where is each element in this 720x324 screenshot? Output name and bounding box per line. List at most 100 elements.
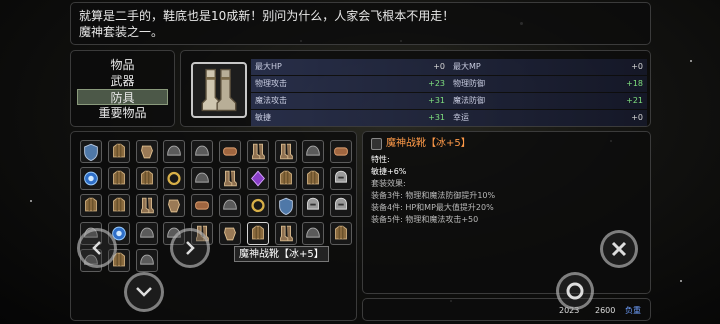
chevron-left-icon [92, 241, 101, 255]
stat-value: +0 [631, 113, 643, 122]
inventory-slot[interactable] [246, 167, 269, 191]
gauntlet-icon [168, 199, 181, 213]
inventory-slot[interactable] [163, 167, 186, 191]
dpad-left-button[interactable] [77, 228, 117, 268]
item-detail-panel: 魔神战靴【冰+5】 特性: 敏捷+6% 套装效果: 装备3件: 物理和魔法防御提… [362, 131, 651, 294]
weight-value: 2600 [595, 306, 616, 315]
stat-value: +18 [626, 79, 643, 88]
tab-key-items[interactable]: 重要物品 [77, 105, 168, 121]
hat-icon [306, 145, 321, 156]
boots-icon [224, 170, 237, 187]
traits-label: 特性: [371, 155, 390, 164]
hat-icon [167, 145, 182, 156]
stat-value: +21 [626, 96, 643, 105]
status-bar: 2023 2600 负重 [362, 298, 651, 321]
shield-icon [84, 143, 98, 162]
inventory-slot[interactable] [274, 221, 297, 245]
inventory-slot[interactable] [302, 194, 325, 218]
inventory-slot[interactable] [191, 140, 214, 163]
inventory-slot[interactable] [191, 194, 214, 218]
inventory-slot[interactable] [219, 167, 241, 191]
chevron-down-icon [136, 287, 152, 297]
inventory-slot[interactable] [135, 140, 158, 163]
inventory-slot[interactable] [163, 140, 186, 163]
gem-icon [250, 170, 265, 187]
inventory-slot[interactable] [219, 194, 241, 218]
weight-label: 负重 [625, 306, 641, 315]
inventory-slot[interactable] [135, 194, 158, 218]
armor-icon [112, 198, 125, 212]
set-effect-line: 装备5件: 物理和魔法攻击+50 [371, 215, 479, 224]
tab-armor[interactable]: 防具 [77, 89, 168, 105]
confirm-button[interactable] [556, 272, 594, 310]
stat-grid: 最大HP +0 最大MP +0 物理攻击 +23 物理防御 +18 魔法攻击 +31 魔法… [251, 59, 647, 127]
inventory-slot[interactable] [330, 194, 353, 218]
dpad-right-button[interactable] [170, 228, 210, 268]
dpad-down-button[interactable] [124, 272, 164, 312]
helmet-icon [335, 170, 348, 183]
inventory-slot[interactable] [135, 221, 158, 245]
inventory-slot[interactable] [274, 194, 297, 218]
inventory-slot[interactable] [246, 194, 269, 218]
inventory-slot[interactable] [246, 221, 269, 245]
gauntlet-icon [140, 145, 153, 159]
armor-icon [251, 225, 264, 240]
hat-icon [306, 227, 321, 238]
inventory-slot[interactable] [80, 140, 102, 163]
category-tabs: 物品 武器 防具 重要物品 [70, 50, 175, 127]
circle-icon [566, 282, 584, 300]
close-button[interactable] [600, 230, 638, 268]
armor-icon [335, 225, 348, 240]
boots-icon [251, 143, 265, 160]
inventory-slot[interactable] [302, 140, 325, 163]
inventory-grid [70, 131, 357, 321]
tab-weapons[interactable]: 武器 [77, 73, 168, 89]
tab-items[interactable]: 物品 [77, 57, 168, 73]
hat-icon [139, 227, 154, 238]
inventory-slot[interactable] [219, 140, 241, 163]
stat-value: +0 [631, 62, 643, 71]
bracer-icon [223, 147, 237, 156]
inventory-slot[interactable] [135, 167, 158, 191]
stat-label: 最大MP [453, 62, 481, 71]
armor-icon [307, 170, 320, 185]
description-line-1: 就算是二手的，鞋底也是10成新！别问为什么，人家会飞根本不用走！ [79, 9, 455, 23]
inventory-slot[interactable] [330, 167, 353, 191]
stat-value: +31 [428, 113, 445, 122]
inventory-slot[interactable] [246, 140, 269, 163]
stat-value: +23 [428, 79, 445, 88]
ring-icon [251, 199, 265, 213]
item-detail-name: 魔神战靴【冰+5】 [386, 138, 471, 149]
stat-label: 物理攻击 [255, 79, 287, 88]
boots-icon [279, 143, 293, 160]
inventory-slot[interactable] [80, 194, 102, 218]
trait-value: 敏捷+6% [371, 167, 407, 176]
shield-icon [278, 198, 293, 216]
inventory-slot[interactable] [302, 167, 325, 191]
hat-icon [195, 172, 210, 183]
stat-label: 魔法防御 [453, 96, 485, 105]
item-name-tooltip: 魔神战靴【冰+5】 [234, 246, 329, 262]
inventory-slot[interactable] [219, 221, 241, 245]
inventory-slot[interactable] [107, 140, 130, 163]
stat-label: 魔法攻击 [255, 96, 287, 105]
inventory-slot[interactable] [330, 140, 353, 163]
inventory-slot[interactable] [302, 221, 325, 245]
inventory-slot[interactable] [191, 167, 214, 191]
inventory-slot[interactable] [163, 194, 186, 218]
inventory-slot[interactable] [330, 221, 353, 245]
boots-icon [140, 198, 154, 214]
bracer-icon [195, 201, 210, 210]
inventory-slot[interactable] [135, 248, 158, 272]
inventory-slot[interactable] [274, 140, 297, 163]
inventory-slot[interactable] [107, 194, 130, 218]
inventory-slot[interactable] [80, 167, 102, 191]
hat-icon [139, 254, 154, 265]
boots-icon [279, 225, 293, 241]
orb-icon [84, 171, 98, 186]
inventory-slot[interactable] [107, 167, 130, 191]
stat-row: 最大HP +0 最大MP +0 [251, 59, 647, 75]
boots-icon [201, 68, 237, 112]
inventory-slot[interactable] [274, 167, 297, 191]
hat-icon [195, 145, 210, 156]
